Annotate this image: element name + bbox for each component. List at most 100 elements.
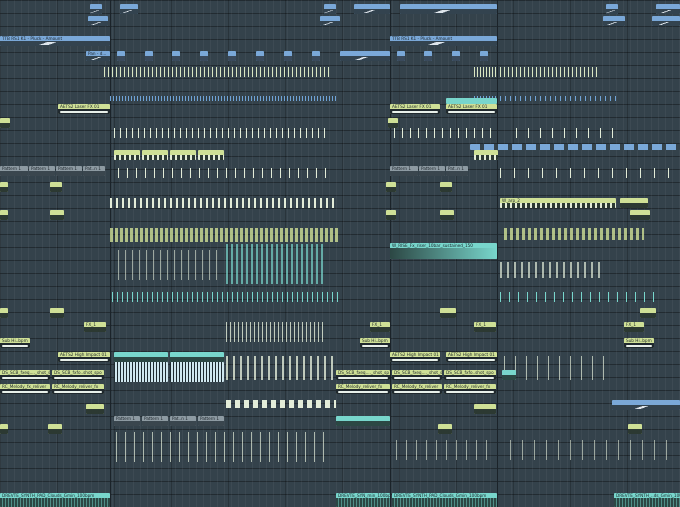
note-clip-strip[interactable] — [500, 292, 660, 302]
note-clip-strip[interactable] — [112, 292, 338, 302]
pattern-clip[interactable]: Pattern 1 — [198, 416, 224, 426]
clip[interactable] — [630, 210, 650, 220]
automation-clip[interactable] — [354, 4, 390, 14]
clip[interactable] — [640, 308, 656, 318]
pluck-automation-clip[interactable]: TTB RS1 K1 - Pluck - Amount — [0, 36, 110, 46]
clip[interactable] — [474, 404, 496, 414]
note-clip-strip[interactable] — [104, 67, 330, 77]
note-clip-strip[interactable] — [114, 128, 326, 138]
automation-clip[interactable] — [397, 51, 405, 61]
note-clip-strip[interactable] — [116, 432, 326, 462]
pattern-clip[interactable]: Pat..n 1 — [170, 416, 196, 426]
pattern-clip[interactable] — [114, 150, 140, 160]
automation-clip[interactable] — [320, 16, 340, 26]
pattern-clip[interactable] — [474, 150, 498, 160]
sfx-clip[interactable]: DS_SCB_fxfo..shot_spo — [52, 370, 104, 380]
note-clip-strip[interactable] — [118, 168, 328, 178]
pattern-clip[interactable]: Pattern 1 — [390, 166, 418, 176]
note-clip-strip[interactable] — [500, 168, 680, 178]
note-clip-strip[interactable] — [394, 128, 494, 138]
melody-clip[interactable]: RC_Melody_fx_reliver — [392, 384, 442, 394]
automation-clip[interactable] — [424, 51, 432, 61]
pan-automation-clip[interactable]: Pan - d... — [86, 51, 110, 61]
clip[interactable] — [0, 182, 8, 192]
automation-clip[interactable] — [656, 4, 680, 14]
riser-clip[interactable]: W_RISE_Fx_riser_10bar_sustained_150 — [390, 243, 497, 259]
clip[interactable] — [0, 424, 8, 434]
automation-clip[interactable] — [324, 4, 336, 14]
automation-clip[interactable] — [340, 51, 390, 61]
note-clip-strip[interactable] — [110, 96, 336, 101]
waveform-clip[interactable] — [114, 362, 168, 382]
automation-clip[interactable] — [117, 51, 125, 61]
clip[interactable] — [0, 118, 10, 128]
clip[interactable] — [48, 424, 62, 434]
pattern-clip[interactable]: Pattern 1 — [0, 166, 28, 176]
clip[interactable] — [502, 370, 516, 380]
pattern-clip[interactable]: Pattern 1 — [142, 416, 168, 426]
laser-fx-clip[interactable]: AETS2 Laser FX 01 — [446, 104, 497, 114]
sfx-clip[interactable]: DS_SCB_fxfo..shot_spo — [444, 370, 496, 380]
pattern-clip[interactable]: Pattern 1 — [29, 166, 55, 176]
clip[interactable] — [0, 210, 8, 220]
pattern-clip[interactable] — [198, 150, 224, 160]
note-clip-strip[interactable] — [500, 67, 600, 77]
clip[interactable] — [86, 404, 104, 414]
note-clip-strip[interactable] — [226, 356, 336, 380]
melody-clip[interactable]: RC_Melody_fx_reliver — [0, 384, 50, 394]
automation-clip[interactable] — [312, 51, 320, 61]
automation-clip[interactable] — [172, 51, 180, 61]
automation-clip[interactable] — [400, 4, 497, 14]
pattern-clip[interactable]: Pat..n 1 — [446, 166, 468, 176]
note-clip-strip[interactable] — [226, 400, 336, 408]
note-clip-strip[interactable] — [504, 356, 604, 380]
note-clip-strip[interactable] — [226, 322, 326, 342]
waveform-clip[interactable] — [170, 362, 224, 382]
impact-clip[interactable]: AETS2 High Impact 01 — [390, 352, 440, 362]
note-clip-strip[interactable] — [500, 262, 600, 278]
clip[interactable] — [114, 352, 168, 362]
automation-clip[interactable] — [470, 144, 680, 150]
automation-clip[interactable] — [145, 51, 153, 61]
note-clip-strip[interactable] — [510, 440, 670, 460]
pad-clip[interactable]: DREVTE_SYNTH_..ds_Gmin_100bpm — [614, 493, 680, 507]
arp-clip[interactable]: W_arp_2 — [500, 198, 616, 208]
laser-fx-clip[interactable]: AETS2 Laser FX 01 — [58, 104, 110, 114]
automation-clip[interactable] — [652, 16, 680, 26]
clip[interactable] — [336, 416, 390, 426]
note-clip-strip[interactable] — [516, 128, 616, 138]
pad-clip[interactable]: DREVTE_SYN_min_100bpm — [336, 493, 390, 507]
clip[interactable] — [50, 308, 64, 318]
melody-clip[interactable]: RC_Melody_reliver_fx — [52, 384, 104, 394]
note-clip-strip[interactable] — [500, 96, 620, 101]
playlist-grid[interactable]: TTB RS1 K1 - Pluck - Amount TTB RS1 K1 -… — [0, 0, 680, 507]
clip[interactable] — [628, 424, 642, 434]
clip[interactable] — [388, 118, 398, 128]
pattern-clip[interactable]: Pat..n 1 — [83, 166, 105, 176]
note-clip-strip[interactable] — [110, 228, 340, 242]
sfx-clip[interactable]: DS_SCB_fxeq...._shot_spo — [392, 370, 442, 380]
sfx-clip[interactable]: DS_SCB_fxeq...._shot_spo — [0, 370, 50, 380]
note-clip-strip[interactable] — [474, 67, 498, 77]
clip[interactable] — [440, 210, 454, 220]
automation-clip[interactable] — [603, 16, 625, 26]
automation-clip[interactable] — [88, 16, 108, 26]
clip[interactable] — [440, 182, 452, 192]
sfx-clip[interactable]: DS_SCB_fxeq...._shot_sp — [336, 370, 390, 380]
pattern-clip[interactable]: Pattern 1 — [419, 166, 445, 176]
melody-clip[interactable]: RC_Melody_reliver_fx — [444, 384, 496, 394]
pattern-clip[interactable] — [170, 150, 196, 160]
note-clip-strip[interactable] — [396, 440, 496, 460]
fx-clip[interactable]: FX_1 — [370, 322, 390, 332]
sub-clip[interactable]: Sub Hi..bpm — [360, 338, 390, 348]
automation-clip[interactable] — [228, 51, 236, 61]
pad-clip[interactable]: DREVTE_SYNTH_PAD_Clouds_Gmin_100bpm — [0, 493, 110, 507]
clip[interactable] — [446, 98, 497, 104]
automation-clip[interactable] — [612, 400, 680, 410]
fx-clip[interactable]: FX_1 — [474, 322, 496, 332]
impact-clip[interactable]: AETS2 High Impact 01 — [58, 352, 110, 362]
clip[interactable] — [386, 182, 396, 192]
clip[interactable] — [620, 198, 648, 208]
pad-clip[interactable]: DREVTE_SYNTH_PAD_Clouds_Gmin_100bpm — [392, 493, 497, 507]
sub-clip[interactable]: Sub Hi..bpm — [0, 338, 30, 348]
